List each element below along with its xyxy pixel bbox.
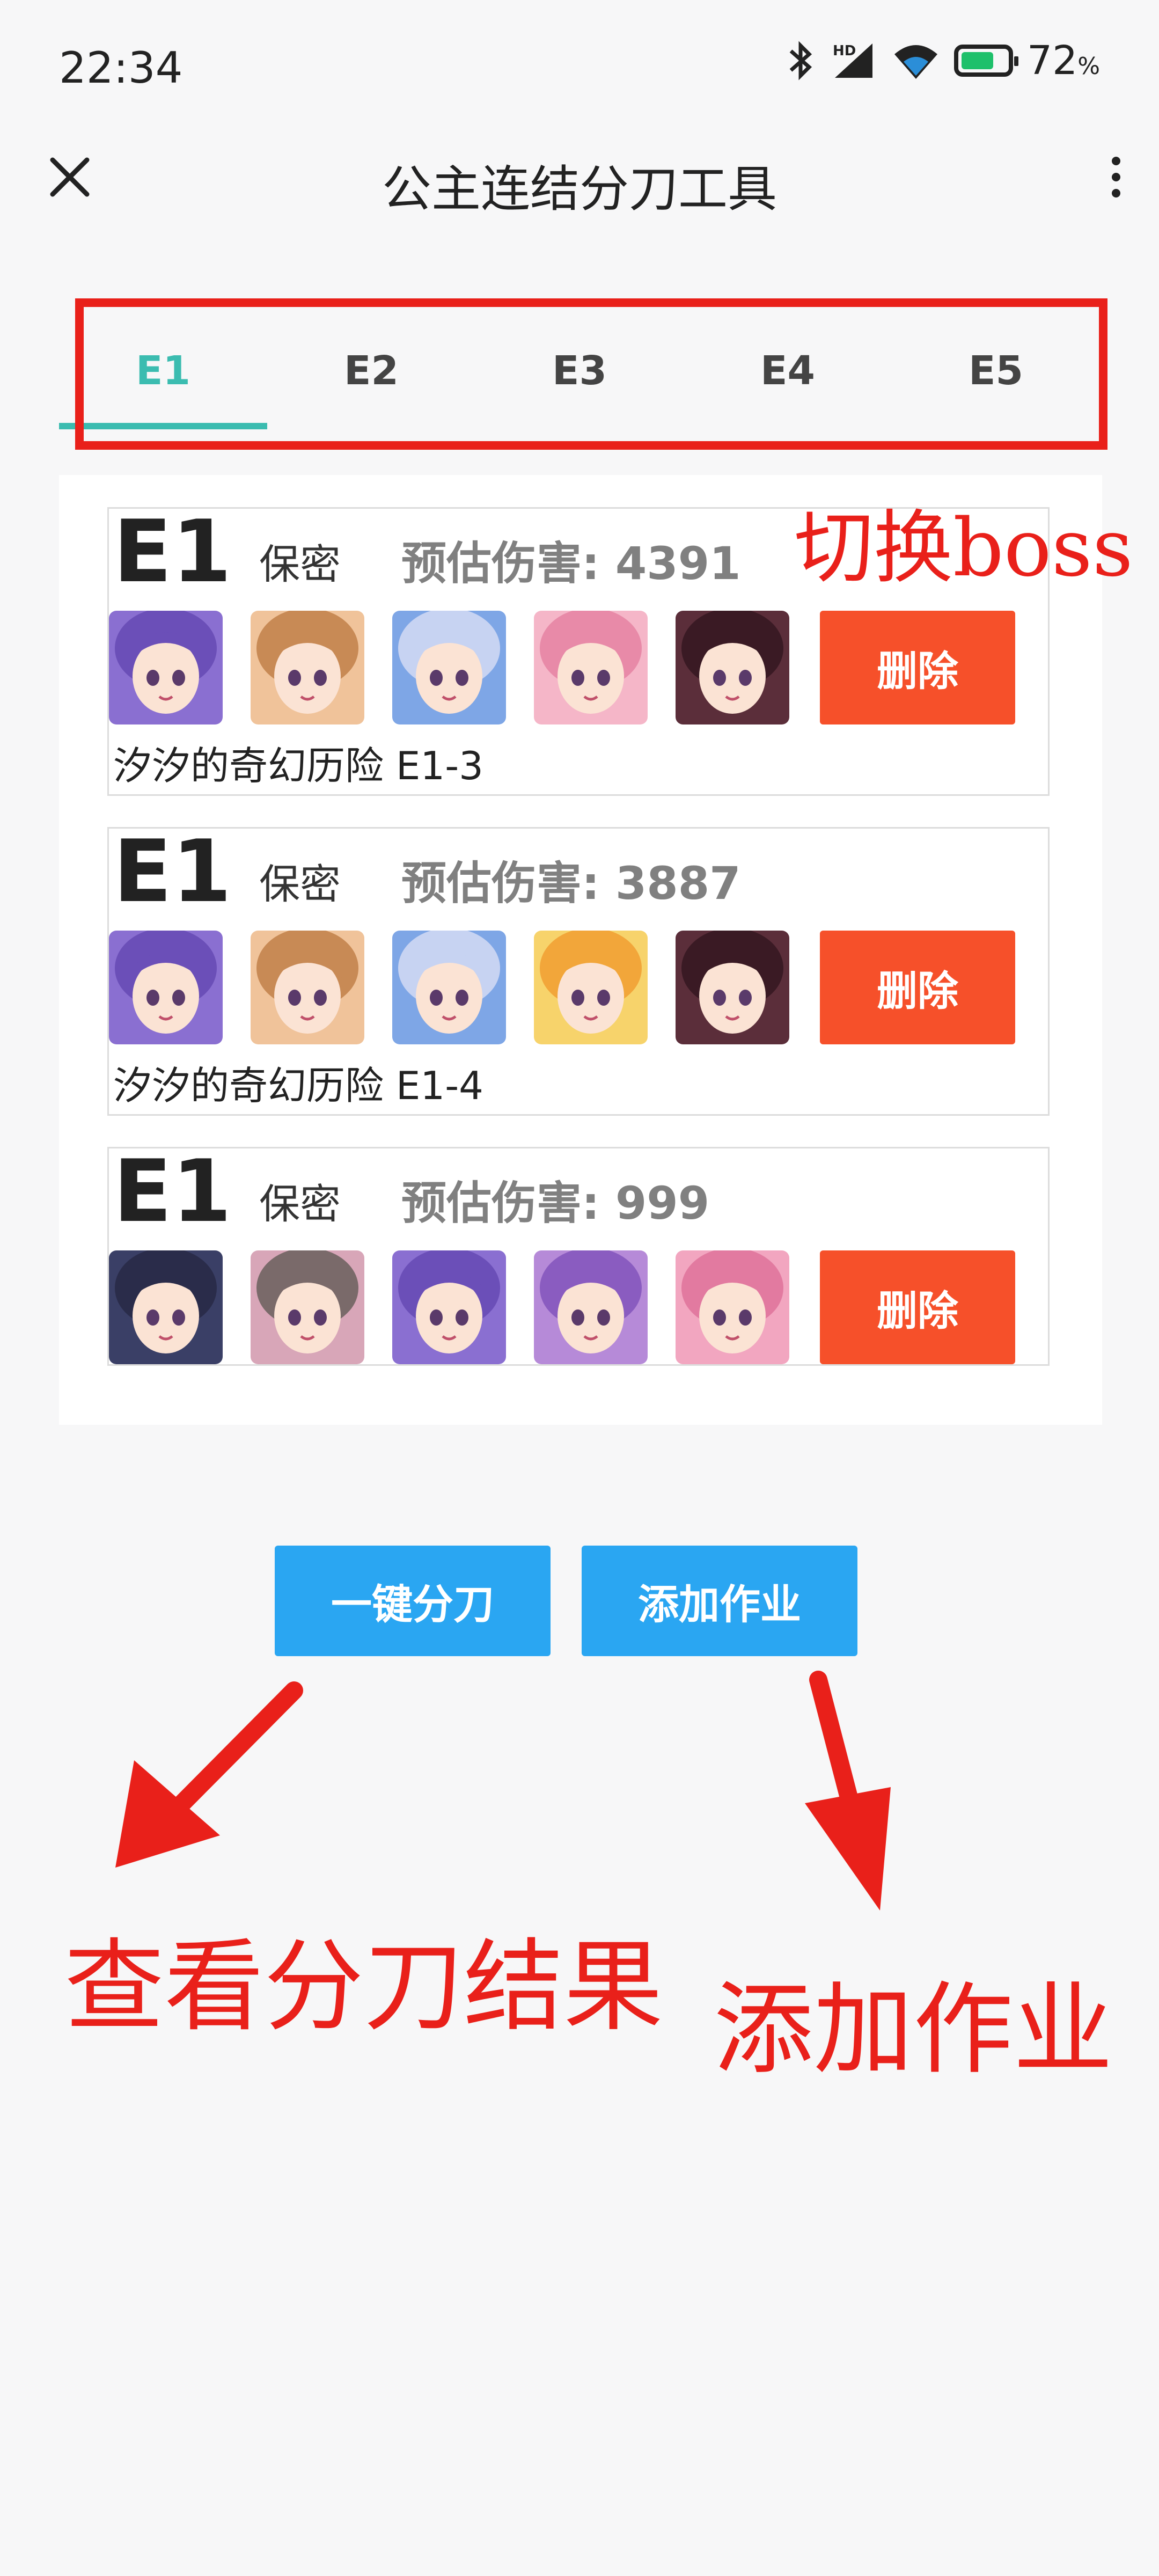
annotation-arrows	[115, 1671, 891, 1911]
arrow-to-add-job	[805, 1671, 891, 1911]
arrow-to-result	[115, 1681, 303, 1868]
